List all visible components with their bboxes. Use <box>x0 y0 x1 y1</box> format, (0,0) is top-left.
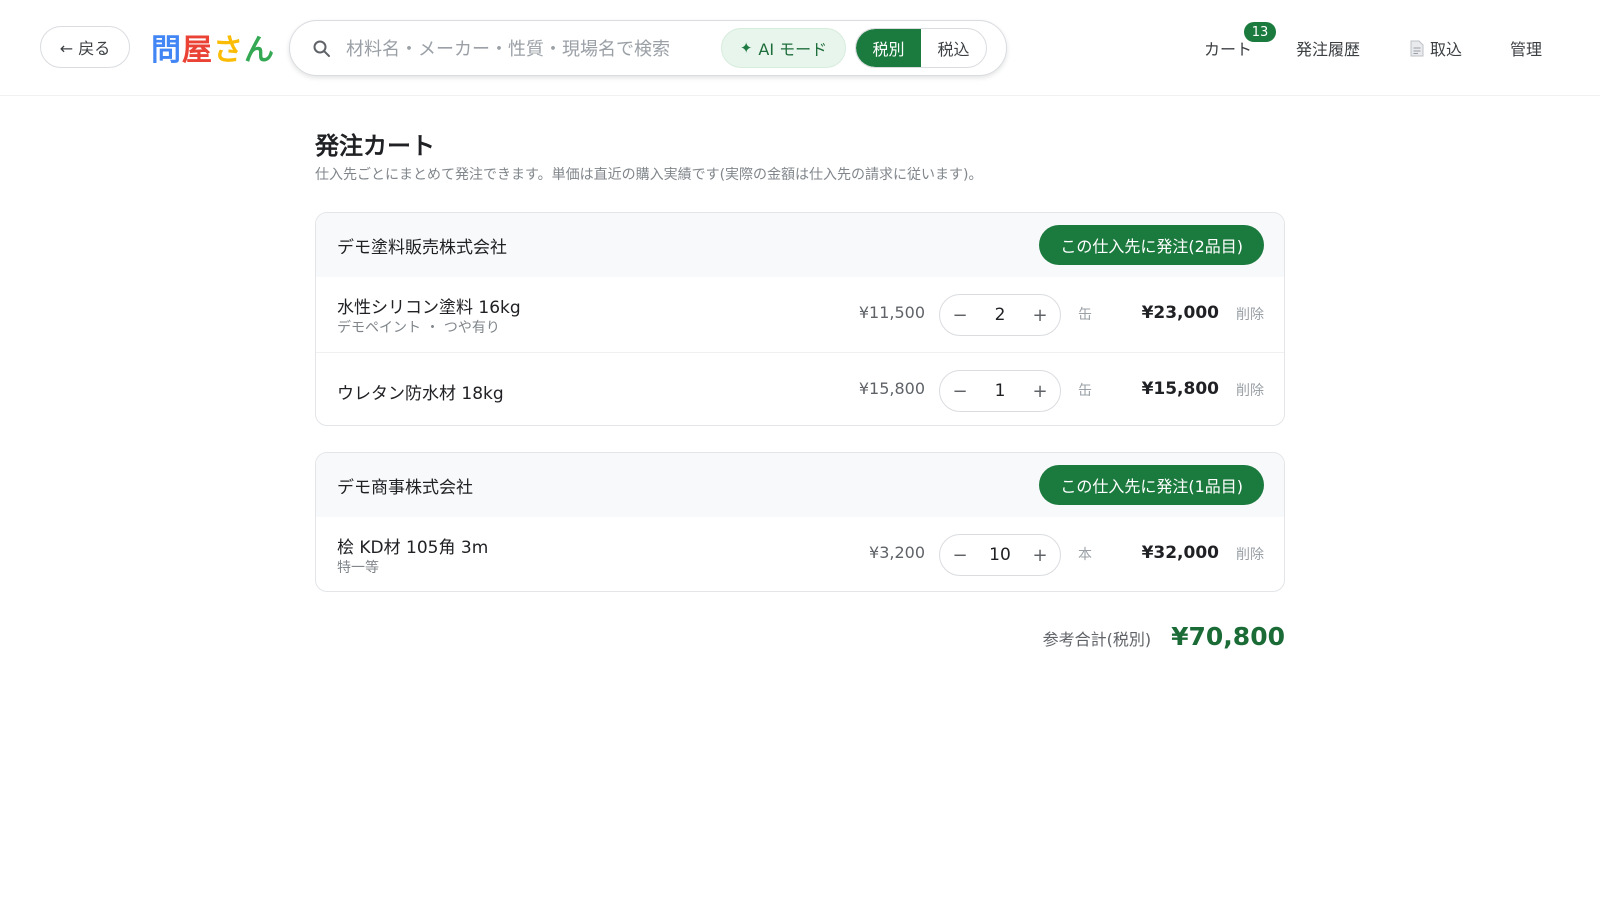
search-bar: ✦ AI モード 税別 税込 <box>289 20 1007 76</box>
document-icon <box>1410 40 1424 56</box>
unit-label: 本 <box>1078 547 1092 563</box>
sparkle-icon: ✦ <box>739 39 753 57</box>
unit-label: 缶 <box>1078 383 1092 399</box>
decrement-button[interactable]: − <box>940 295 980 335</box>
supplier-header: デモ塗料販売株式会社 この仕入先に発注(2品目) <box>316 213 1284 277</box>
unit-label: 缶 <box>1078 307 1092 323</box>
quantity-value[interactable]: 1 <box>980 381 1020 401</box>
quantity-value[interactable]: 10 <box>980 545 1020 565</box>
top-header: ← 戻る 問 屋 さ ん ✦ AI モード 税別 税込 カート 13 発注履歴 <box>0 0 1600 96</box>
order-supplier-button[interactable]: この仕入先に発注(1品目) <box>1039 465 1264 505</box>
unit-price: ¥3,200 <box>869 543 925 562</box>
unit-price: ¥15,800 <box>858 379 925 398</box>
decrement-button[interactable]: − <box>940 371 980 411</box>
nav-cart-label: カート <box>1204 40 1253 59</box>
quantity-stepper: − 10 + <box>939 534 1061 576</box>
delete-link[interactable]: 削除 <box>1236 380 1264 400</box>
line-total: ¥15,800 <box>1141 379 1219 399</box>
page-title: 発注カート <box>315 132 435 160</box>
quantity-stepper: − 1 + <box>939 370 1061 412</box>
nav-history-label: 発注履歴 <box>1296 40 1361 59</box>
delete-link[interactable]: 削除 <box>1236 544 1264 564</box>
decrement-button[interactable]: − <box>940 535 980 575</box>
item-name: 水性シリコン塗料 16kg <box>337 298 521 318</box>
logo-char-1: 問 <box>151 33 182 68</box>
search-input[interactable] <box>346 33 706 65</box>
ai-mode-label: AI モード <box>758 40 828 59</box>
item-subtitle: 特一等 <box>337 560 379 576</box>
logo-char-2: 屋 <box>182 33 213 68</box>
nav-cart[interactable]: カート 13 <box>1204 22 1276 66</box>
item-name: 桧 KD材 105角 3m <box>337 538 489 558</box>
increment-button[interactable]: + <box>1020 535 1060 575</box>
back-button-label: ← 戻る <box>59 39 111 58</box>
logo-char-3: さ <box>213 33 244 68</box>
nav-admin[interactable]: 管理 <box>1510 30 1542 66</box>
order-supplier-button[interactable]: この仕入先に発注(2品目) <box>1039 225 1264 265</box>
item-subtitle: デモペイント ・ つや有り <box>337 320 500 336</box>
nav-import-label: 取込 <box>1430 40 1463 59</box>
page-subtitle: 仕入先ごとにまとめて発注できます。単価は直近の購入実績です(実際の金額は仕入先の… <box>315 167 983 183</box>
cart-item-row: ウレタン防水材 18kg ¥15,800 − 1 + 缶 ¥15,800 削除 <box>316 352 1284 425</box>
tax-excluded-option[interactable]: 税別 <box>856 29 921 67</box>
cart-item-row: 桧 KD材 105角 3m 特一等 ¥3,200 − 10 + 本 ¥32,00… <box>316 517 1284 591</box>
tax-included-option[interactable]: 税込 <box>921 29 986 67</box>
total-label: 参考合計(税別) <box>1042 630 1152 649</box>
supplier-group: デモ商事株式会社 この仕入先に発注(1品目) 桧 KD材 105角 3m 特一等… <box>315 452 1285 592</box>
search-icon <box>313 40 330 57</box>
back-button[interactable]: ← 戻る <box>40 26 130 68</box>
ai-mode-button[interactable]: ✦ AI モード <box>721 28 846 68</box>
delete-link[interactable]: 削除 <box>1236 304 1264 324</box>
cart-total: 参考合計(税別) ¥70,800 <box>1043 622 1285 651</box>
nav-import[interactable]: 取込 <box>1410 30 1462 66</box>
nav-admin-label: 管理 <box>1510 40 1543 59</box>
total-value: ¥70,800 <box>1171 622 1285 651</box>
supplier-group: デモ塗料販売株式会社 この仕入先に発注(2品目) 水性シリコン塗料 16kg デ… <box>315 212 1285 426</box>
logo-char-4: ん <box>244 33 275 68</box>
supplier-name: デモ塗料販売株式会社 <box>337 237 507 258</box>
increment-button[interactable]: + <box>1020 371 1060 411</box>
unit-price: ¥11,500 <box>858 303 925 322</box>
supplier-name: デモ商事株式会社 <box>337 477 473 498</box>
increment-button[interactable]: + <box>1020 295 1060 335</box>
item-name: ウレタン防水材 18kg <box>337 384 504 404</box>
supplier-header: デモ商事株式会社 この仕入先に発注(1品目) <box>316 453 1284 517</box>
tax-toggle: 税別 税込 <box>855 28 987 68</box>
nav-order-history[interactable]: 発注履歴 <box>1296 30 1360 66</box>
line-total: ¥23,000 <box>1141 303 1219 323</box>
quantity-stepper: − 2 + <box>939 294 1061 336</box>
line-total: ¥32,000 <box>1141 543 1219 563</box>
quantity-value[interactable]: 2 <box>980 305 1020 325</box>
app-logo[interactable]: 問 屋 さ ん <box>151 26 275 68</box>
cart-count-badge: 13 <box>1244 22 1276 42</box>
cart-item-row: 水性シリコン塗料 16kg デモペイント ・ つや有り ¥11,500 − 2 … <box>316 277 1284 352</box>
